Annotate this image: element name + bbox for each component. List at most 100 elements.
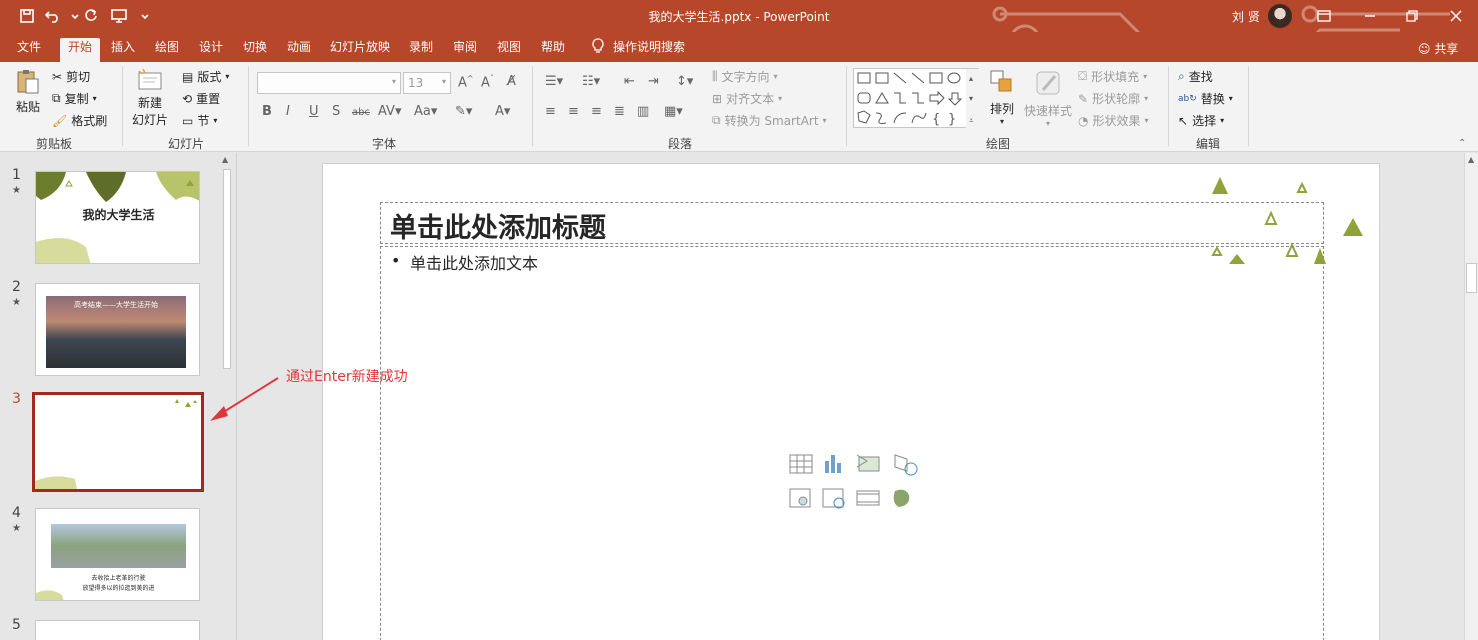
scroll-up-icon[interactable]: ▲: [222, 155, 228, 164]
content-placeholder[interactable]: • 单击此处添加文本: [380, 246, 1324, 640]
tab-file[interactable]: 文件: [10, 38, 48, 62]
bold-icon[interactable]: B: [262, 104, 272, 119]
quick-styles-button[interactable]: 快速样式 ▾: [1024, 68, 1072, 128]
title-placeholder-text: 单击此处添加标题: [390, 213, 606, 244]
font-size-field[interactable]: 13 ▾: [403, 72, 451, 94]
shape-fill-button[interactable]: ⛋ 形状填充 ▾: [1078, 68, 1147, 85]
text-shadow-icon[interactable]: S: [332, 104, 340, 119]
insert-picture-icon[interactable]: [787, 487, 815, 509]
tab-home[interactable]: 开始: [60, 38, 100, 62]
character-spacing-icon[interactable]: AV▾: [378, 104, 401, 119]
text-direction-button[interactable]: ⫼ 文字方向 ▾: [712, 68, 778, 85]
tab-record[interactable]: 录制: [402, 38, 440, 62]
scrollbar-thumb[interactable]: [1466, 263, 1477, 293]
tab-view[interactable]: 视图: [490, 38, 528, 62]
current-slide[interactable]: 单击此处添加标题 • 单击此处添加文本: [322, 163, 1380, 640]
chevron-down-icon: ▾: [1220, 116, 1225, 125]
select-button[interactable]: ↖ 选择 ▾: [1178, 112, 1224, 129]
tab-animations[interactable]: 动画: [280, 38, 318, 62]
insert-smartart-icon[interactable]: [855, 453, 883, 475]
shapes-gallery[interactable]: {} ▴ ▾ ⩡: [853, 68, 980, 129]
svg-text:⩡: ⩡: [969, 116, 974, 125]
ribbon-display-icon[interactable]: [1312, 6, 1336, 26]
insert-table-icon[interactable]: [787, 453, 815, 475]
slide-number: 2: [12, 279, 21, 295]
insert-chart-icon[interactable]: [821, 453, 849, 475]
close-icon[interactable]: [1444, 6, 1468, 26]
font-name-field[interactable]: ▾: [257, 72, 401, 94]
strikethrough-icon[interactable]: abc: [352, 107, 370, 118]
paragraph-group-label: 段落: [667, 137, 692, 151]
change-case-icon[interactable]: Aa▾: [414, 104, 437, 119]
copy-button[interactable]: ⧉ 复制 ▾: [52, 90, 97, 107]
slide-thumbnail-3[interactable]: [32, 392, 204, 492]
decrease-indent-icon[interactable]: ⇤: [624, 74, 635, 89]
group-divider: [1168, 66, 1169, 146]
find-button[interactable]: ⌕ 查找: [1178, 68, 1213, 85]
bullets-icon[interactable]: ☰▾: [545, 74, 563, 89]
align-center-icon[interactable]: ≡: [568, 104, 579, 119]
tab-transitions[interactable]: 切换: [236, 38, 274, 62]
ribbon-tabs: 文件 开始 插入 绘图 设计 切换 动画 幻灯片放映 录制 审阅 视图 帮助 操…: [0, 32, 1478, 62]
layout-button[interactable]: ▤ 版式 ▾: [182, 68, 229, 85]
cut-button[interactable]: ✂ 剪切: [52, 68, 90, 85]
avatar[interactable]: [1268, 4, 1292, 28]
distributed-icon[interactable]: ▥: [637, 104, 649, 119]
tab-design[interactable]: 设计: [192, 38, 230, 62]
increase-indent-icon[interactable]: ⇥: [648, 74, 659, 89]
reset-button[interactable]: ⟲ 重置: [182, 90, 220, 107]
chevron-down-icon: ▾: [213, 116, 218, 125]
new-slide-button[interactable]: 新建 幻灯片: [132, 68, 168, 128]
columns-icon[interactable]: ▦▾: [664, 104, 683, 119]
paste-button[interactable]: 粘贴: [14, 68, 42, 115]
insert-icon-icon[interactable]: [889, 487, 917, 509]
insert-3d-model-icon[interactable]: [889, 453, 917, 475]
tab-slideshow[interactable]: 幻灯片放映: [328, 38, 392, 62]
scroll-up-icon[interactable]: ▲: [1468, 155, 1474, 164]
collapse-ribbon-icon[interactable]: ⌃: [1458, 138, 1466, 149]
section-button[interactable]: ▭ 节 ▾: [182, 112, 217, 129]
replace-button[interactable]: ab↻ 替换 ▾: [1178, 90, 1233, 107]
chevron-down-icon: ▾: [822, 116, 827, 125]
editor-scrollbar[interactable]: ▲: [1464, 153, 1478, 640]
line-spacing-icon[interactable]: ↕▾: [676, 74, 693, 89]
slide-thumbnail-5[interactable]: [35, 620, 200, 640]
slide-thumbnail-4[interactable]: 去收拾上老革的行驶 放望得多以的拉逛到美的进: [35, 508, 200, 601]
tab-draw[interactable]: 绘图: [148, 38, 186, 62]
increase-font-icon[interactable]: A^: [458, 74, 474, 90]
scrollbar-thumb[interactable]: [223, 169, 231, 369]
highlight-color-icon[interactable]: ✎▾: [455, 104, 472, 119]
align-right-icon[interactable]: ≡: [591, 104, 602, 119]
underline-icon[interactable]: U: [309, 104, 319, 119]
shape-effects-button[interactable]: ◔ 形状效果 ▾: [1078, 112, 1149, 129]
restore-icon[interactable]: [1400, 6, 1424, 26]
user-name[interactable]: 刘 贤: [1232, 8, 1260, 25]
tab-review[interactable]: 审阅: [446, 38, 484, 62]
share-button[interactable]: ☺ 共享: [1418, 40, 1458, 57]
minimize-icon[interactable]: [1358, 6, 1382, 26]
align-text-button[interactable]: ⊞ 对齐文本 ▾: [712, 90, 782, 107]
insert-online-picture-icon[interactable]: [821, 487, 849, 509]
clear-formatting-icon[interactable]: A̸: [507, 74, 516, 89]
font-color-icon[interactable]: A▾: [495, 104, 510, 119]
copy-icon: ⧉: [52, 91, 61, 105]
slide-thumbnail-2[interactable]: 高考结束——大学生活开始: [35, 283, 200, 376]
align-left-icon[interactable]: ≡: [545, 104, 556, 119]
convert-smartart-button[interactable]: ⧉ 转换为 SmartArt ▾: [712, 112, 827, 129]
tell-me-search[interactable]: 操作说明搜索: [610, 38, 688, 62]
tab-help[interactable]: 帮助: [534, 38, 572, 62]
decrease-font-icon[interactable]: Aˇ: [481, 74, 494, 90]
arrange-button[interactable]: 排列 ▾: [988, 68, 1016, 126]
format-painter-button[interactable]: 🖌 格式刷: [52, 112, 107, 129]
tab-insert[interactable]: 插入: [104, 38, 142, 62]
insert-video-icon[interactable]: [855, 487, 883, 509]
smartart-icon: ⧉: [712, 113, 721, 127]
justify-icon[interactable]: ≣: [614, 104, 625, 119]
italic-icon[interactable]: I: [286, 104, 290, 119]
slide-thumbnail-1[interactable]: 我的大学生活: [35, 171, 200, 264]
group-divider: [122, 66, 123, 146]
title-placeholder[interactable]: 单击此处添加标题: [380, 202, 1324, 244]
shape-outline-button[interactable]: ✎ 形状轮廓 ▾: [1078, 90, 1148, 107]
numbering-icon[interactable]: ☷▾: [582, 74, 600, 89]
bullet: •: [391, 251, 401, 270]
